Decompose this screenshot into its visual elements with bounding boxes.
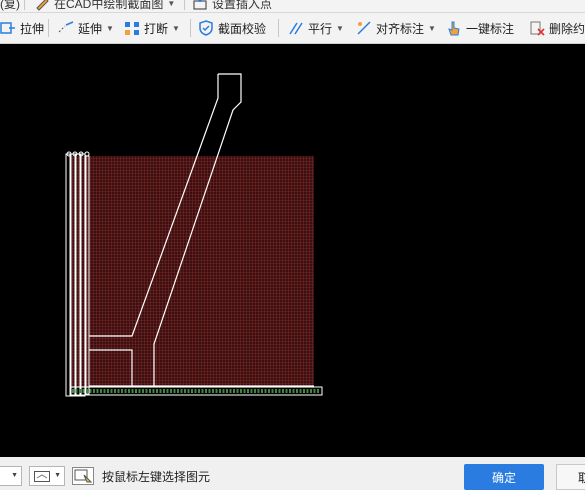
- cut-off-item[interactable]: (复): [0, 0, 20, 12]
- mode-dropdown[interactable]: ▼: [0, 466, 22, 486]
- toolbar-separator: [48, 19, 49, 37]
- stretch-icon: [0, 20, 16, 36]
- toolbar-separator: [184, 0, 185, 10]
- extend-label: 延伸: [78, 21, 103, 36]
- section-check-label: 截面校验: [218, 21, 267, 36]
- align-dimension-label: 对齐标注: [376, 21, 425, 36]
- break-icon: [124, 20, 140, 36]
- toolbar-separator: [190, 19, 191, 37]
- chevron-down-icon: ▼: [167, 0, 176, 8]
- section-check-button[interactable]: 截面校验: [198, 13, 266, 43]
- delete-icon: [529, 20, 545, 36]
- status-bar: ▼ ▼ 按鼠标左键选择图元 确定 取: [0, 458, 585, 490]
- extend-icon: [58, 20, 74, 36]
- insertion-point-label: 设置插入点: [212, 0, 273, 11]
- parallel-label: 平行: [308, 21, 333, 36]
- top-toolbar: (复) 在CAD中绘制截面图 ▼ 设置插入点: [0, 0, 585, 13]
- main-toolbar: 拉伸 延伸 ▼ 打断 ▼ 截面校验 平行 ▼ 对齐标注 ▼ 一键标注 删除约: [0, 13, 585, 44]
- section-drawing: [65, 73, 323, 397]
- align-dimension-icon: [356, 20, 372, 36]
- toolbar-separator: [24, 0, 25, 10]
- stretch-label: 拉伸: [20, 21, 45, 36]
- chevron-down-icon: ▼: [336, 23, 344, 33]
- chevron-down-icon: ▼: [54, 472, 61, 479]
- ok-button[interactable]: 确定: [464, 464, 544, 490]
- window-icon: [34, 471, 50, 485]
- parallel-icon: [288, 20, 304, 36]
- draw-section-in-cad-button[interactable]: 在CAD中绘制截面图 ▼: [34, 0, 175, 12]
- extend-button[interactable]: 延伸 ▼: [58, 13, 114, 43]
- bottom-rebar-row[interactable]: [69, 386, 323, 396]
- chevron-down-icon: ▼: [11, 472, 18, 479]
- break-label: 打断: [144, 21, 169, 36]
- display-dropdown[interactable]: ▼: [29, 466, 65, 486]
- toolbar-separator: [278, 19, 279, 37]
- chevron-down-icon: ▼: [428, 23, 436, 33]
- align-dimension-button[interactable]: 对齐标注 ▼: [356, 13, 436, 43]
- chevron-down-icon: ▼: [172, 23, 180, 33]
- insertion-point-icon: [192, 0, 208, 11]
- stretch-button[interactable]: 拉伸: [0, 13, 44, 43]
- status-hint: 按鼠标左键选择图元: [102, 469, 211, 484]
- select-tool-icon[interactable]: [72, 467, 94, 488]
- delete-constraint-button[interactable]: 删除约: [529, 13, 585, 43]
- draw-section-label: 在CAD中绘制截面图: [54, 0, 164, 11]
- break-button[interactable]: 打断 ▼: [124, 13, 180, 43]
- shield-check-icon: [198, 20, 214, 36]
- pencil-icon: [34, 0, 50, 11]
- one-key-dimension-label: 一键标注: [466, 21, 515, 36]
- cad-canvas[interactable]: [0, 44, 585, 457]
- parallel-button[interactable]: 平行 ▼: [288, 13, 344, 43]
- set-insertion-point-button[interactable]: 设置插入点: [192, 0, 272, 12]
- chevron-down-icon: ▼: [106, 23, 114, 33]
- concrete-hatch-area[interactable]: [70, 156, 314, 388]
- hand-pointer-icon: [446, 20, 462, 36]
- one-key-dimension-button[interactable]: 一键标注: [446, 13, 514, 43]
- delete-constraint-label: 删除约: [549, 21, 585, 36]
- cancel-button[interactable]: 取: [556, 464, 585, 490]
